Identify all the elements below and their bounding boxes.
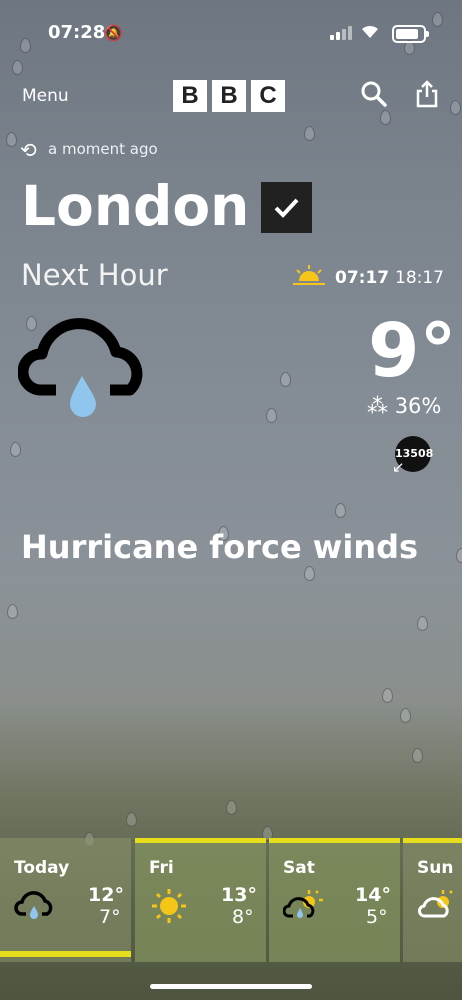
low-temp: 5° [366,906,388,928]
day-highlight-bar [269,838,400,843]
day-highlight-bar [135,838,266,843]
day-card-today[interactable]: Today 12° 7° [0,838,131,962]
current-temperature: 9° [368,308,457,394]
status-time: 07:28 [48,22,106,43]
low-temp: 7° [99,906,121,928]
sunrise-time: 07:17 [335,268,390,288]
bbc-logo[interactable]: B B C [173,80,285,112]
cellular-signal-icon [330,26,352,40]
share-icon[interactable] [414,80,440,108]
status-bar: 07:28 🔕 [0,22,462,48]
wifi-icon [360,23,380,44]
refresh-icon[interactable]: ⟲ [20,138,37,162]
sunset-time: 18:17 [395,268,444,288]
day-card-sat[interactable]: Sat 14° 5° [269,838,400,962]
low-temp: 8° [232,906,254,928]
arrow-icon: ↙ [392,458,405,476]
day-label: Sun [417,858,454,878]
day-label: Today [14,858,70,878]
raindrop-icon: ⁂ [367,394,388,418]
location-name: London [21,174,250,238]
last-updated-text: a moment ago [48,140,158,158]
home-indicator[interactable] [150,984,312,989]
sun-icon [152,889,186,923]
sunrise-icon [291,265,327,287]
day-card-fri[interactable]: Fri 13° 8° [135,838,266,962]
rain-chance: ⁂ 36% [367,394,441,418]
day-label: Fri [149,858,174,878]
bell-muted-icon: 🔕 [104,24,123,42]
cloud-rain-icon [14,891,53,919]
rain-chance-value: 36% [394,394,442,418]
daily-forecast-carousel[interactable]: Today 12° 7° Fri 13° 8° Sat 14° 5° Sun [0,838,462,962]
cloud-rain-icon [17,318,154,422]
high-temp: 13° [221,884,257,906]
logo-letter-2: B [212,80,246,112]
sun-cloud-icon [417,890,453,918]
sun-cloud-rain-icon [283,890,323,918]
search-icon[interactable] [360,80,388,108]
forecast-period: Next Hour [21,258,168,292]
location-checkbox[interactable] [261,182,312,233]
high-temp: 14° [355,884,391,906]
battery-icon [392,25,429,43]
checkmark-icon [274,198,299,218]
day-label: Sat [283,858,315,878]
logo-letter-1: B [173,80,207,112]
day-highlight-bar [403,838,462,843]
high-temp: 12° [88,884,124,906]
weather-headline: Hurricane force winds [21,528,419,566]
day-card-sun[interactable]: Sun [403,838,462,962]
logo-letter-3: C [251,80,285,112]
menu-button[interactable]: Menu [22,86,69,106]
today-indicator-bar [0,951,131,957]
